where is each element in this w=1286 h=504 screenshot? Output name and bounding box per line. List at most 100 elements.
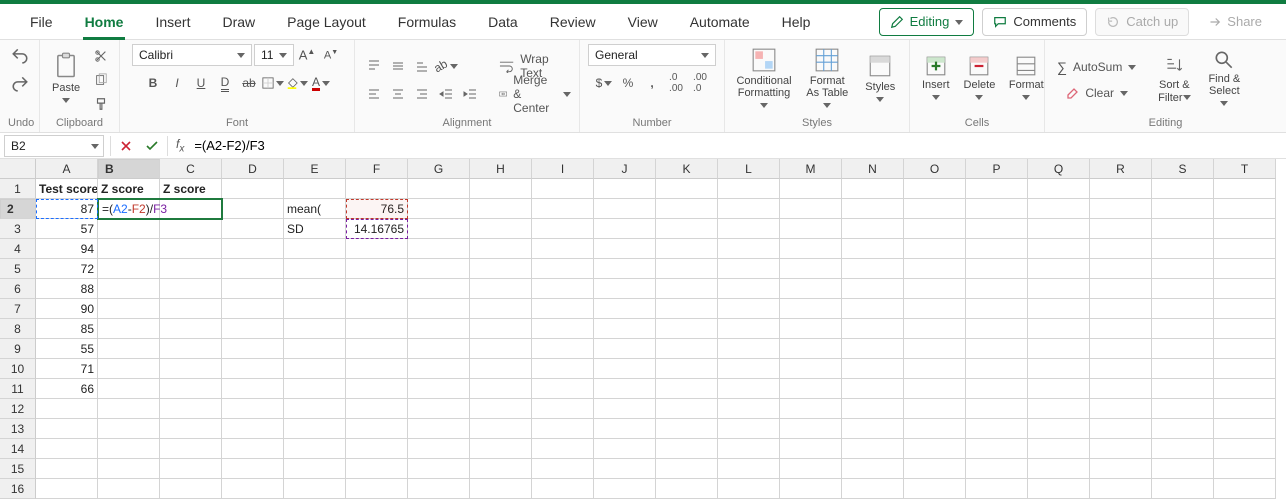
cell[interactable] bbox=[718, 299, 780, 319]
cell[interactable] bbox=[284, 179, 346, 199]
cell[interactable] bbox=[656, 279, 718, 299]
cell[interactable] bbox=[408, 399, 470, 419]
column-header[interactable]: F bbox=[346, 159, 408, 179]
cell[interactable] bbox=[594, 379, 656, 399]
align-left-button[interactable] bbox=[363, 83, 385, 105]
cell[interactable] bbox=[408, 259, 470, 279]
tab-insert[interactable]: Insert bbox=[139, 4, 206, 40]
cell[interactable] bbox=[98, 279, 160, 299]
cell[interactable] bbox=[346, 479, 408, 499]
cell[interactable] bbox=[1214, 379, 1276, 399]
cell[interactable] bbox=[904, 319, 966, 339]
cell[interactable]: Z score bbox=[160, 179, 222, 199]
cell[interactable] bbox=[98, 239, 160, 259]
font-name-select[interactable]: Calibri bbox=[132, 44, 252, 66]
cell[interactable] bbox=[532, 219, 594, 239]
cell[interactable] bbox=[1090, 439, 1152, 459]
cell[interactable] bbox=[718, 279, 780, 299]
cell[interactable] bbox=[470, 279, 532, 299]
cell[interactable] bbox=[842, 419, 904, 439]
cell[interactable] bbox=[656, 479, 718, 499]
cell[interactable] bbox=[904, 219, 966, 239]
cell[interactable]: 85 bbox=[36, 319, 98, 339]
cell[interactable] bbox=[1090, 319, 1152, 339]
cell[interactable]: 71 bbox=[36, 359, 98, 379]
cell[interactable]: SD bbox=[284, 219, 346, 239]
shrink-font-button[interactable]: A▼ bbox=[320, 44, 342, 66]
cell[interactable] bbox=[1028, 219, 1090, 239]
cell[interactable] bbox=[656, 339, 718, 359]
tab-home[interactable]: Home bbox=[69, 4, 140, 40]
cell[interactable] bbox=[1028, 259, 1090, 279]
cell[interactable] bbox=[904, 459, 966, 479]
cell[interactable] bbox=[222, 239, 284, 259]
cell[interactable] bbox=[1028, 379, 1090, 399]
cell[interactable] bbox=[532, 359, 594, 379]
cell[interactable] bbox=[1090, 339, 1152, 359]
cell[interactable] bbox=[284, 359, 346, 379]
cell[interactable] bbox=[594, 279, 656, 299]
cell[interactable] bbox=[594, 239, 656, 259]
cell[interactable] bbox=[222, 379, 284, 399]
cell[interactable] bbox=[532, 279, 594, 299]
cell[interactable] bbox=[594, 439, 656, 459]
copy-button[interactable] bbox=[90, 69, 112, 91]
cell[interactable] bbox=[470, 319, 532, 339]
cell[interactable] bbox=[222, 199, 284, 219]
cell[interactable] bbox=[36, 479, 98, 499]
cell[interactable] bbox=[656, 259, 718, 279]
cell[interactable] bbox=[408, 279, 470, 299]
cell[interactable] bbox=[532, 439, 594, 459]
cell[interactable] bbox=[656, 359, 718, 379]
tab-review[interactable]: Review bbox=[534, 4, 612, 40]
insert-cells-button[interactable]: Insert bbox=[918, 55, 954, 103]
cell[interactable] bbox=[98, 259, 160, 279]
name-box[interactable]: B2 bbox=[4, 135, 104, 157]
cell[interactable] bbox=[1214, 359, 1276, 379]
cell[interactable] bbox=[842, 359, 904, 379]
cell[interactable] bbox=[160, 439, 222, 459]
row-header[interactable]: 10 bbox=[0, 359, 36, 379]
cell[interactable] bbox=[284, 459, 346, 479]
format-cells-button[interactable]: Format bbox=[1005, 55, 1047, 103]
cell[interactable] bbox=[98, 439, 160, 459]
column-header[interactable]: P bbox=[966, 159, 1028, 179]
row-header[interactable]: 1 bbox=[0, 179, 36, 199]
cell[interactable] bbox=[656, 319, 718, 339]
cell[interactable] bbox=[780, 179, 842, 199]
format-as-table-button[interactable]: Format As Table bbox=[801, 47, 854, 111]
cell[interactable] bbox=[470, 239, 532, 259]
cell[interactable] bbox=[904, 479, 966, 499]
delete-cells-button[interactable]: Delete bbox=[960, 55, 1000, 103]
cell[interactable] bbox=[222, 319, 284, 339]
font-color-button[interactable]: A bbox=[310, 72, 332, 94]
cell[interactable] bbox=[98, 319, 160, 339]
cell[interactable] bbox=[780, 279, 842, 299]
cell[interactable] bbox=[1152, 239, 1214, 259]
cell[interactable]: 72 bbox=[36, 259, 98, 279]
cell[interactable] bbox=[966, 299, 1028, 319]
cell[interactable] bbox=[904, 399, 966, 419]
cell[interactable] bbox=[346, 179, 408, 199]
font-size-select[interactable]: 11 bbox=[254, 44, 294, 66]
cell[interactable] bbox=[966, 339, 1028, 359]
cell[interactable] bbox=[98, 479, 160, 499]
find-select-button[interactable]: Find & Select bbox=[1202, 49, 1246, 109]
cell[interactable] bbox=[470, 199, 532, 219]
cell[interactable] bbox=[470, 439, 532, 459]
cell[interactable] bbox=[1090, 199, 1152, 219]
cell[interactable] bbox=[718, 319, 780, 339]
cell[interactable] bbox=[470, 219, 532, 239]
cell[interactable] bbox=[594, 359, 656, 379]
cell[interactable] bbox=[160, 459, 222, 479]
number-format-select[interactable]: General bbox=[588, 44, 716, 66]
format-painter-button[interactable] bbox=[90, 93, 112, 115]
row-header[interactable]: 4 bbox=[0, 239, 36, 259]
cell[interactable] bbox=[532, 259, 594, 279]
align-bottom-button[interactable] bbox=[411, 55, 433, 77]
cell[interactable] bbox=[966, 219, 1028, 239]
cell[interactable] bbox=[532, 459, 594, 479]
cell[interactable] bbox=[842, 379, 904, 399]
cell[interactable] bbox=[1214, 339, 1276, 359]
cell[interactable] bbox=[656, 399, 718, 419]
